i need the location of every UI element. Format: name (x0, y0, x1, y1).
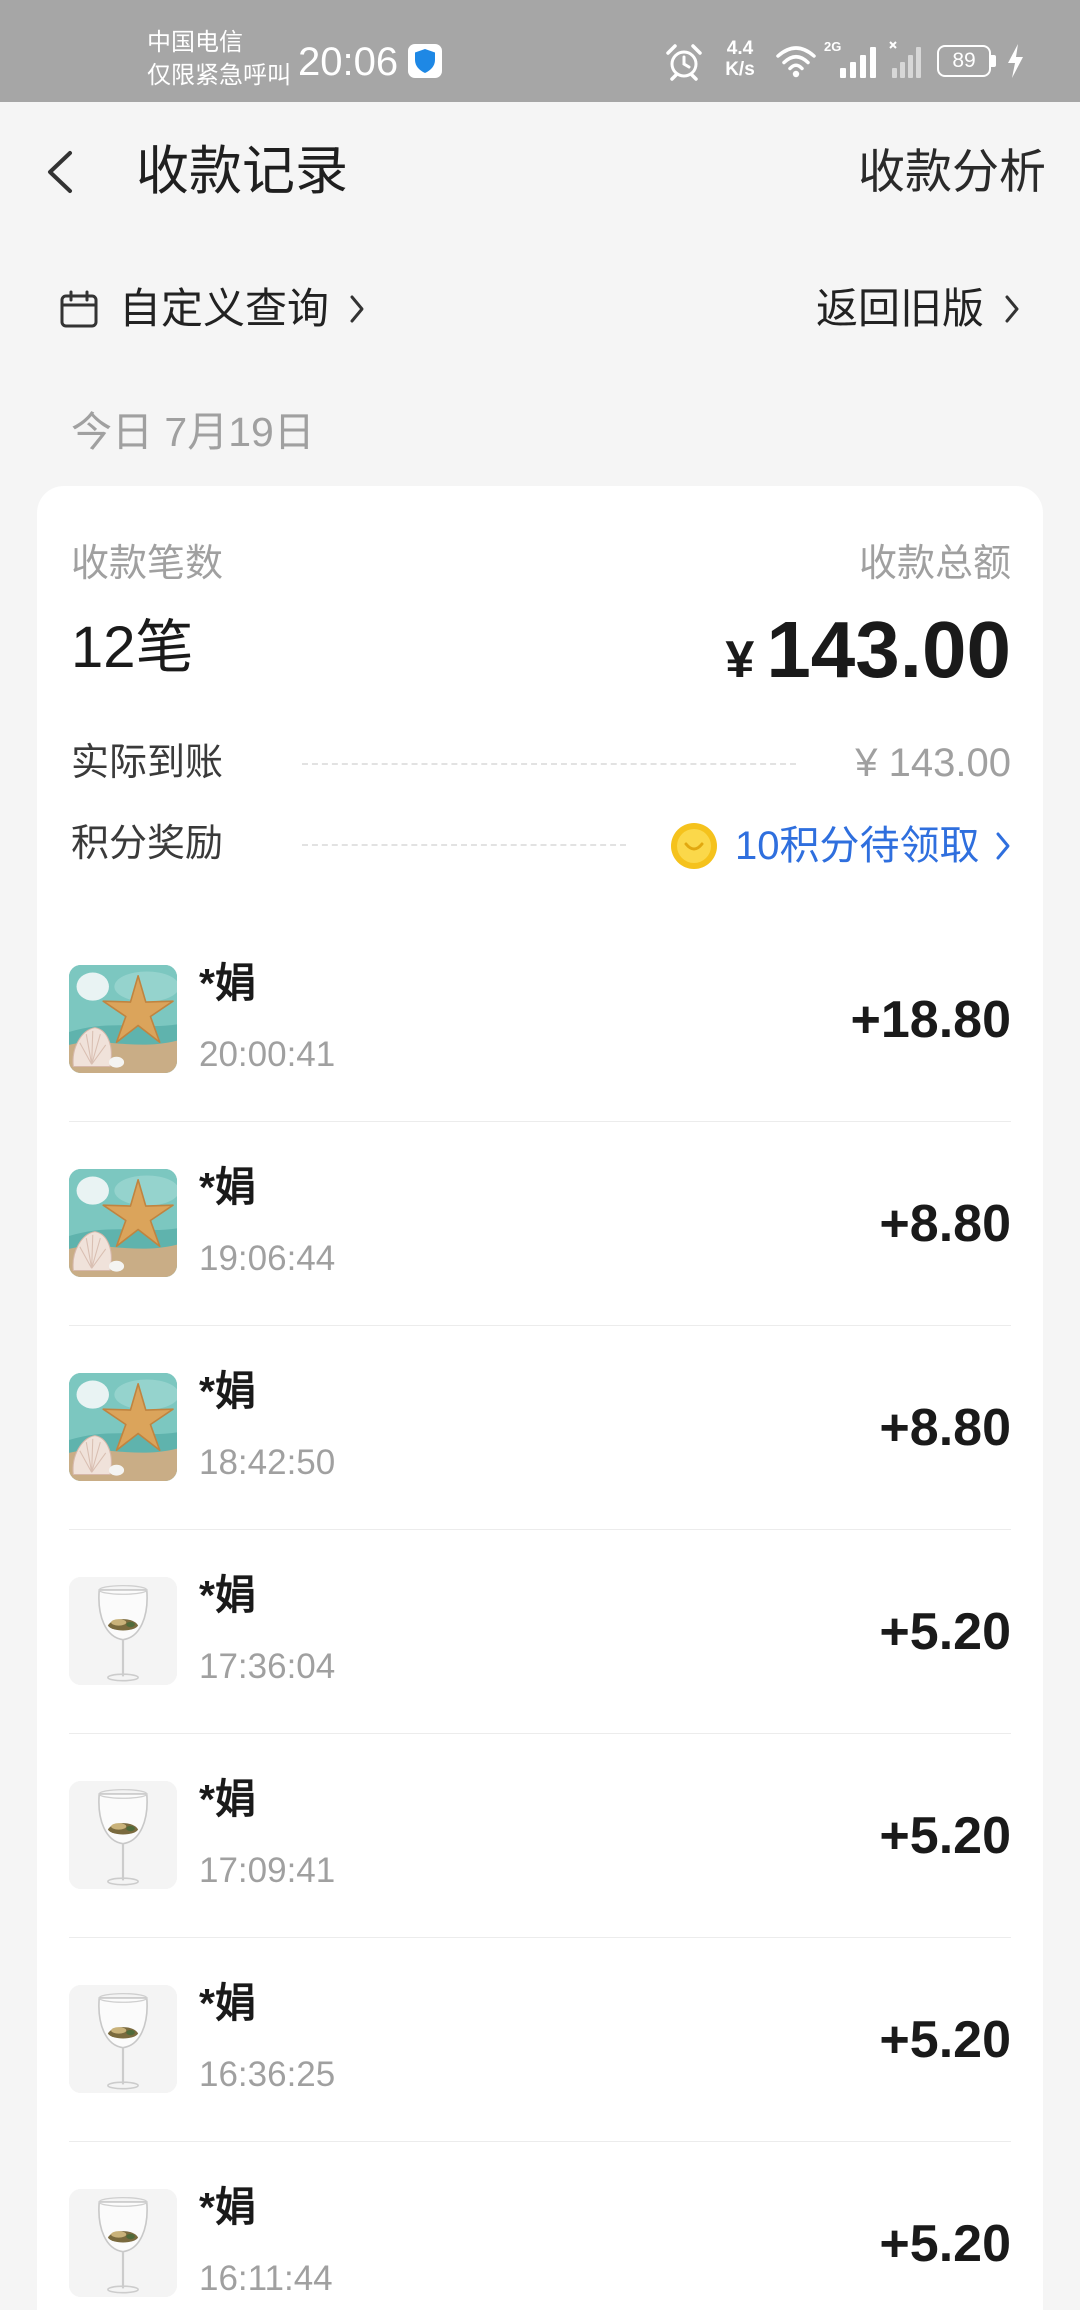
starfish-shell-photo (69, 1169, 177, 1277)
signal-icon (840, 47, 876, 78)
payment-time: 16:11:44 (199, 2259, 333, 2298)
payment-summary-card: 收款笔数 收款总额 12笔 ¥ 143.00 实际到账 ¥ 143.00 积分奖… (37, 486, 1043, 2310)
back-arrow-icon[interactable] (40, 147, 84, 197)
wine-glass-photo (69, 1985, 177, 2093)
wine-glass-photo (69, 1781, 177, 1889)
network-speed-unit: K/s (725, 59, 755, 80)
dashed-leader (302, 763, 796, 765)
payer-avatar (69, 1985, 177, 2093)
network-speed: 4.4 K/s (718, 38, 762, 80)
payer-avatar (69, 2189, 177, 2297)
payment-time: 18:42:50 (199, 1443, 336, 1482)
payment-amount: +5.20 (879, 1807, 1011, 1865)
battery-level: 89 (952, 49, 976, 72)
chevron-right-icon (1005, 295, 1019, 323)
clock-time: 20:06 (298, 40, 399, 84)
payer-name: *娟 (199, 1776, 256, 1822)
payment-record-item[interactable]: *娟 17:36:04 +5.20 (37, 1530, 1043, 1734)
payment-amount: +18.80 (850, 991, 1012, 1049)
payment-amount: +5.20 (879, 1603, 1011, 1661)
old-version-label: 返回旧版 (815, 285, 984, 332)
payer-name: *娟 (199, 960, 256, 1006)
points-value: 10积分待领取 (735, 824, 980, 868)
payment-amount: +5.20 (879, 2011, 1011, 2069)
custom-query-button[interactable]: 自定义查询 (59, 283, 367, 335)
no-signal-icon (889, 41, 921, 78)
count-label: 收款笔数 (71, 543, 224, 585)
payer-name: *娟 (199, 1164, 256, 1210)
payment-record-item[interactable]: *娟 16:11:44 +5.20 (37, 2142, 1043, 2310)
page-title: 收款记录 (136, 142, 348, 201)
payer-avatar (69, 1169, 177, 1277)
payment-time: 16:36:25 (199, 2055, 336, 2094)
network-speed-value: 4.4 (726, 38, 754, 59)
total-label: 收款总额 (858, 543, 1011, 585)
payer-avatar (69, 1373, 177, 1481)
payment-amount: +8.80 (879, 1399, 1011, 1457)
payer-avatar (69, 1781, 177, 1889)
shield-icon (408, 44, 442, 78)
coin-icon (671, 823, 717, 869)
payer-name: *娟 (199, 1368, 256, 1414)
wifi-icon (776, 46, 816, 78)
status-bar: 中国电信 仅限紧急呼叫 20:06 4.4 K/s 2G 89 (0, 0, 1080, 102)
payment-record-item[interactable]: *娟 20:00:41 +18.80 (37, 918, 1043, 1122)
payment-record-list: *娟 20:00:41 +18.80 *娟 19:06:44 +8.80 *娟 … (37, 918, 1043, 2310)
battery-nub (991, 55, 996, 67)
count-value: 12笔 (71, 615, 194, 680)
chevron-right-icon (350, 295, 364, 323)
payment-amount: +8.80 (879, 1195, 1011, 1253)
currency-symbol: ¥ (725, 631, 755, 689)
chevron-right-icon (996, 832, 1009, 860)
payer-avatar (69, 1577, 177, 1685)
date-label: 今日 7月19日 (71, 409, 315, 455)
payer-name: *娟 (199, 1572, 256, 1618)
alarm-clock-icon (666, 44, 702, 81)
emergency-only-label: 仅限紧急呼叫 (147, 62, 291, 89)
points-reward-link[interactable]: 10积分待领取 (670, 822, 1012, 870)
wine-glass-photo (69, 1577, 177, 1685)
payer-name: *娟 (199, 2184, 256, 2230)
payer-avatar (69, 965, 177, 1073)
old-version-button[interactable]: 返回旧版 (816, 283, 1022, 335)
payment-analysis-link[interactable]: 收款分析 (858, 142, 1046, 202)
payment-record-item[interactable]: *娟 16:36:25 +5.20 (37, 1938, 1043, 2142)
carrier-name: 中国电信 (147, 29, 243, 56)
dashed-leader (302, 844, 626, 846)
payment-record-item[interactable]: *娟 17:09:41 +5.20 (37, 1734, 1043, 1938)
payment-record-item[interactable]: *娟 19:06:44 +8.80 (37, 1122, 1043, 1326)
total-amount: ¥ 143.00 (725, 605, 1011, 705)
charging-bolt-icon (1008, 44, 1023, 78)
starfish-shell-photo (69, 1373, 177, 1481)
payer-name: *娟 (199, 1980, 256, 2026)
payment-amount: +5.20 (879, 2215, 1011, 2273)
payment-time: 17:09:41 (199, 1851, 336, 1890)
starfish-shell-photo (69, 965, 177, 1073)
payment-time: 20:00:41 (199, 1035, 336, 1074)
points-label: 积分奖励 (71, 823, 224, 865)
wine-glass-photo (69, 2189, 177, 2297)
payment-time: 17:36:04 (199, 1647, 336, 1686)
payment-time: 19:06:44 (199, 1239, 336, 1278)
received-value: ¥ 143.00 (855, 741, 1011, 785)
calendar-icon (60, 290, 98, 328)
payment-record-item[interactable]: *娟 18:42:50 +8.80 (37, 1326, 1043, 1530)
battery-icon: 89 (937, 45, 991, 77)
received-label: 实际到账 (71, 742, 224, 784)
custom-query-label: 自定义查询 (119, 285, 330, 332)
total-value: 143.00 (766, 605, 1011, 694)
